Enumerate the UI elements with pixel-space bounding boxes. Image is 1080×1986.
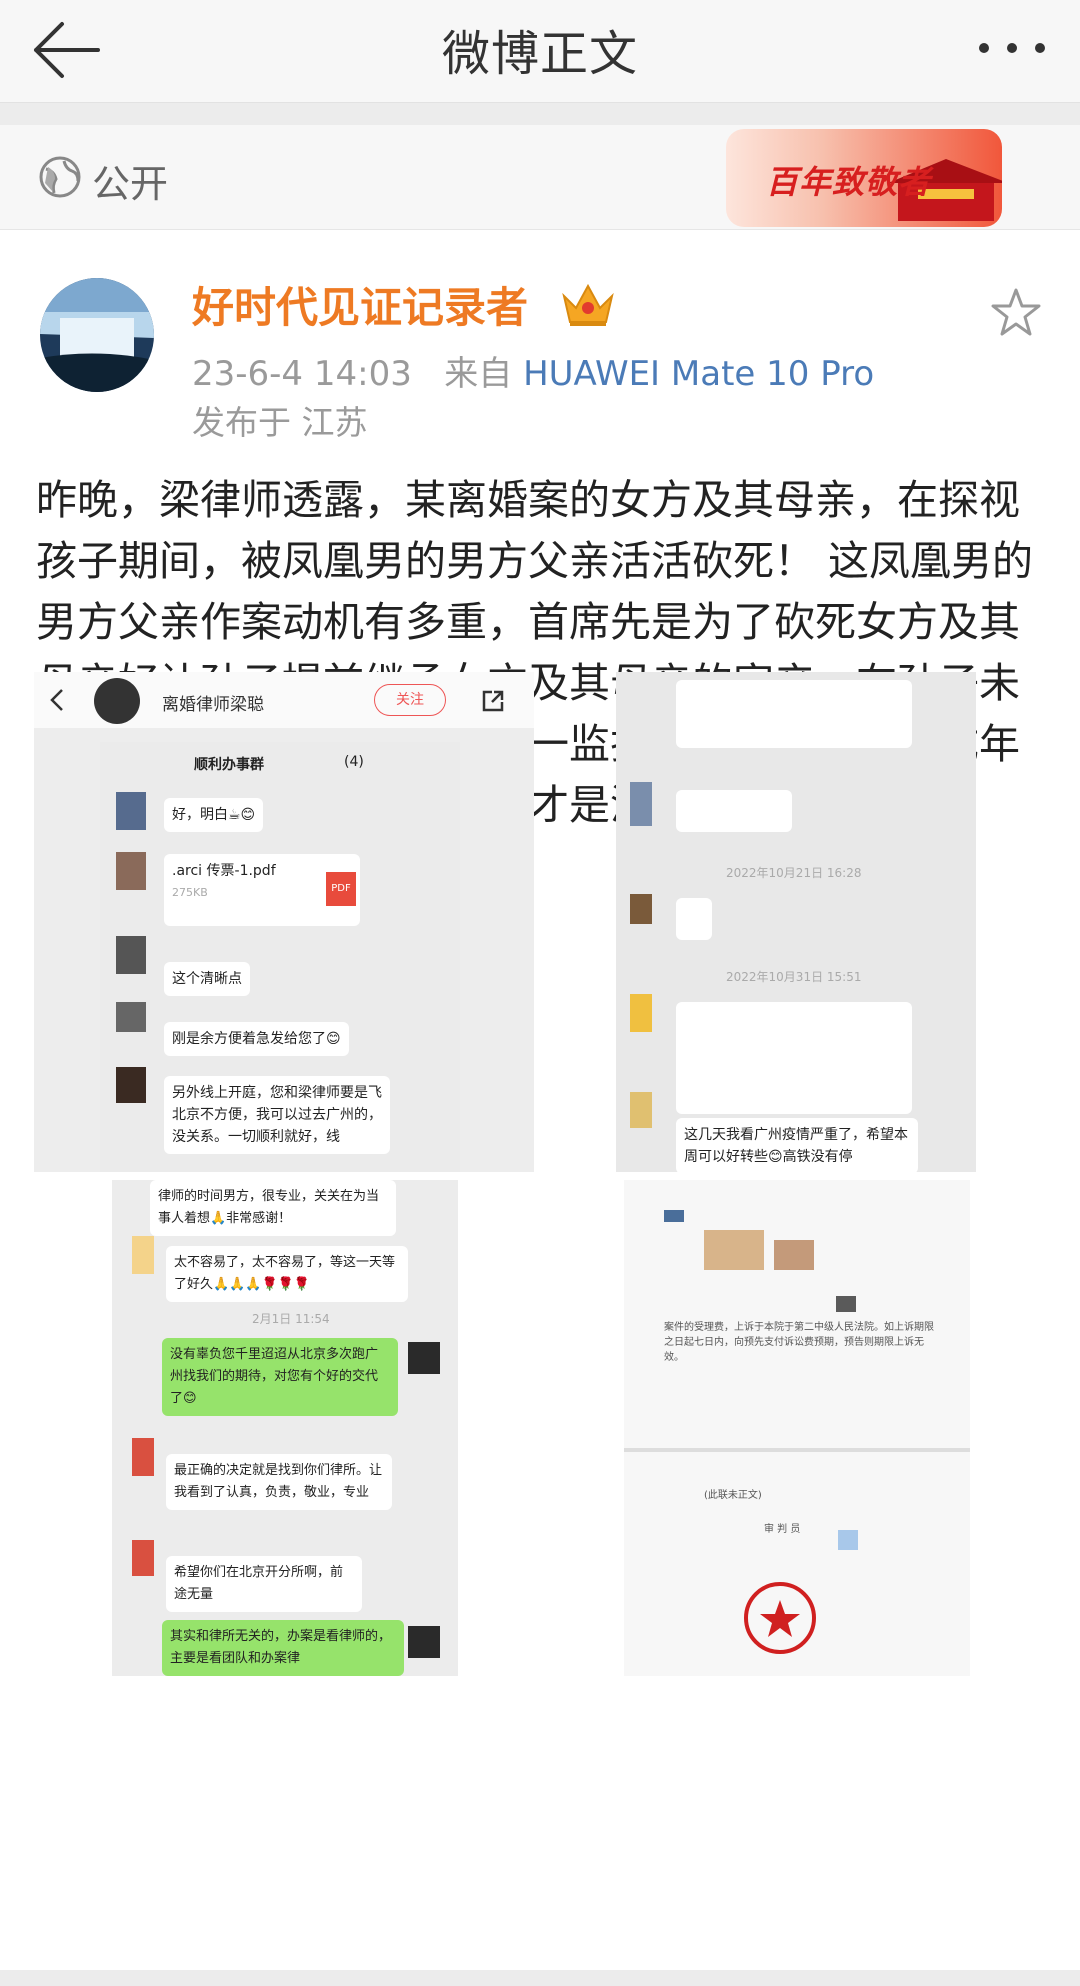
post-location: 发布于 江苏 — [192, 403, 368, 442]
chat-bubble: 太不容易了，太不容易了，等这一天等了好久🙏🙏🙏🌹🌹🌹 — [166, 1246, 408, 1302]
timestamp: 23-6-4 14:03 — [192, 354, 412, 394]
avatar — [116, 1002, 146, 1032]
document-text: 案件的受理费，上诉于本院于第二中级人民法院。如上诉期限之日起七日内，向预先支付诉… — [664, 1322, 934, 1363]
avatar — [116, 1067, 146, 1103]
account-name: 离婚律师梁聪 — [162, 695, 264, 715]
avatar — [132, 1236, 154, 1274]
more-dots-icon[interactable] — [972, 28, 1052, 68]
court-seal-icon — [744, 1582, 816, 1654]
post-image-4[interactable]: 案件的受理费，上诉于本院于第二中级人民法院。如上诉期限之日起七日内，向预先支付诉… — [624, 1180, 970, 1676]
chat-time: 2月1日 11:54 — [252, 1312, 330, 1326]
device-link[interactable]: HUAWEI Mate 10 Pro — [523, 354, 874, 394]
redaction-block — [774, 1240, 814, 1270]
top-bar: 微博正文 — [0, 0, 1080, 103]
avatar — [408, 1626, 440, 1658]
file-name: .arci 传票-1.pdf — [172, 863, 276, 879]
redaction-block — [838, 1530, 858, 1550]
divider — [624, 1448, 970, 1452]
blurred-bubble — [676, 680, 912, 748]
banner-text: 百年致敬者 — [766, 163, 932, 201]
chat-bubble: 律师的时间男方，很专业，关关在为当事人着想🙏非常感谢！ — [150, 1180, 396, 1236]
globe-icon — [39, 156, 81, 198]
divider — [0, 103, 1080, 125]
group-count: (4) — [344, 754, 364, 770]
document-label: (此联未正文) — [704, 1490, 762, 1501]
avatar[interactable] — [40, 278, 154, 392]
chat-time: 2022年10月21日 16:28 — [726, 866, 862, 880]
redaction-block — [836, 1296, 856, 1312]
avatar — [132, 1540, 154, 1576]
chat-bubble: 好，明白☕😊 — [164, 798, 264, 832]
share-icon — [482, 690, 504, 712]
username[interactable]: 好时代见证记录者 — [192, 274, 528, 335]
redaction-block — [704, 1230, 764, 1270]
avatar — [630, 782, 652, 826]
back-icon — [50, 689, 63, 711]
chat-bubble: 刚是余方便着急发给您了😊 — [164, 1022, 349, 1056]
chat-bubble: 这几天我看广州疫情严重了，希望本周可以好转些😊高铁没有停 — [676, 1118, 918, 1172]
chat-bubble: 其实和律所无关的，办案是看律师的，主要是看团队和办案律 — [162, 1620, 404, 1676]
avatar — [630, 1092, 652, 1128]
promo-banner[interactable]: 百年致敬者 — [726, 129, 1002, 227]
file-size: 275KB — [172, 886, 208, 899]
chat-bubble: 没有辜负您千里迢迢从北京多次跑广州找我们的期待，对您有个好的交代了😊 — [162, 1338, 398, 1416]
avatar — [94, 678, 140, 724]
avatar — [116, 792, 146, 830]
avatar — [116, 936, 146, 974]
avatar — [408, 1342, 440, 1374]
redaction-block — [664, 1210, 684, 1222]
visibility-label: 公开 — [92, 162, 169, 206]
chat-bubble: 最正确的决定就是找到你们律所。让我看到了认真，负责，敬业，专业 — [166, 1454, 392, 1510]
source-prefix: 来自 — [444, 354, 513, 394]
chat-bubble: 希望你们在北京开分所啊，前途无量 — [166, 1556, 362, 1612]
post-image-3[interactable]: 律师的时间男方，很专业，关关在为当事人着想🙏非常感谢！ 太不容易了，太不容易了，… — [112, 1180, 458, 1676]
bottom-strip — [0, 1970, 1080, 1986]
group-title: 顺利办事群 — [194, 757, 264, 773]
follow-button: 关注 — [374, 684, 446, 716]
page-title: 微博正文 — [441, 26, 638, 82]
chat-bubble: 另外线上开庭，您和梁律师要是飞北京不方便，我可以过去广州的，没关系。一切顺利就好… — [164, 1076, 390, 1154]
judge-label: 审 判 员 — [764, 1524, 801, 1535]
avatar — [630, 994, 652, 1032]
avatar — [116, 852, 146, 890]
visibility-bar: 公开 百年致敬者 — [0, 125, 1080, 230]
blurred-bubble — [676, 790, 792, 832]
chat-time: 2022年10月31日 15:51 — [726, 970, 862, 984]
post-image-1[interactable]: 离婚律师梁聪 关注 顺利办事群 (4) 好，明白☕😊 .arci 传票-1.pd… — [34, 672, 534, 1172]
post-image-2[interactable]: 2022年10月21日 16:28 2022年10月31日 15:51 这几天我… — [616, 672, 976, 1172]
crown-icon — [562, 283, 614, 326]
post-meta: 23-6-4 14:03 来自 HUAWEI Mate 10 Pro — [192, 346, 874, 395]
avatar — [132, 1438, 154, 1476]
chat-bubble: 这个清晰点 — [164, 962, 250, 996]
avatar — [630, 894, 652, 924]
blurred-bubble — [676, 898, 712, 940]
blurred-bubble — [676, 1002, 912, 1114]
star-icon[interactable] — [990, 286, 1042, 338]
pdf-icon: PDF — [326, 872, 356, 906]
